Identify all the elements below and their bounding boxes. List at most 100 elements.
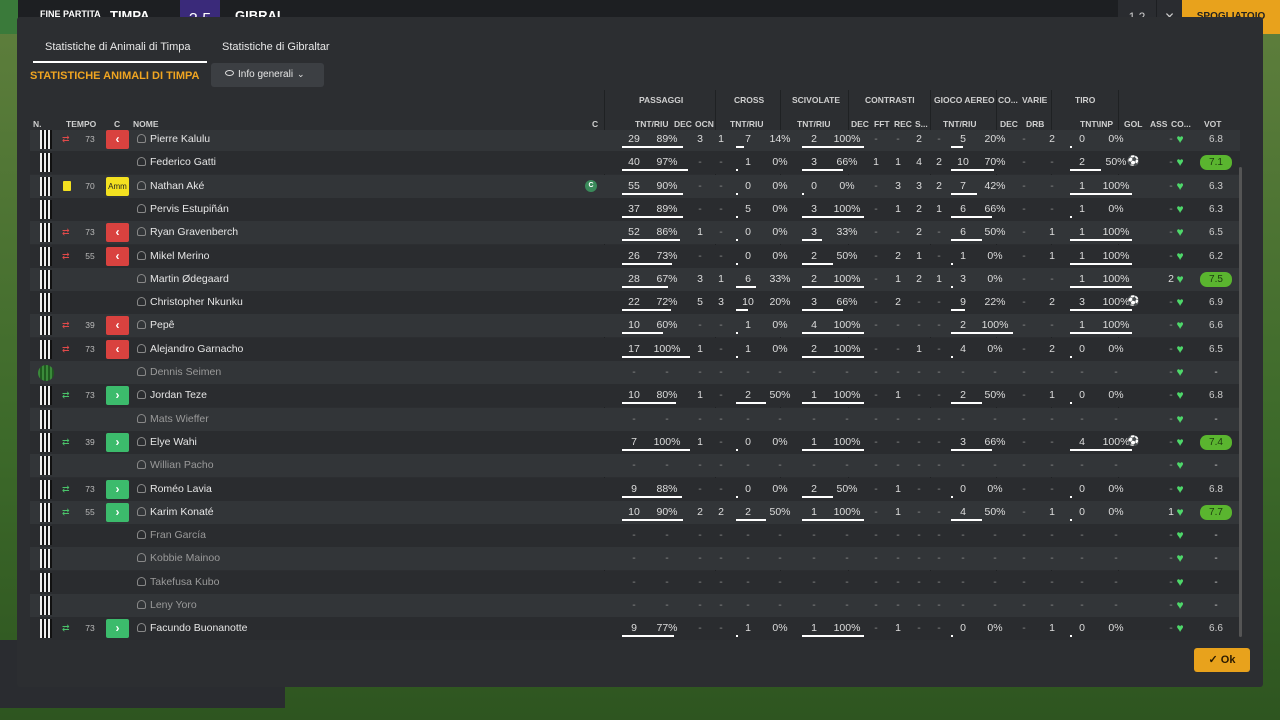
table-row[interactable]: Mats Wieffer - - - - - - - - - - - - - - - - - - - ♥ -	[30, 407, 1240, 431]
sub-in-button[interactable]: ›	[106, 386, 129, 406]
col-header-rec[interactable]: REC	[894, 119, 912, 129]
col-header-drb[interactable]: DRB	[1026, 119, 1044, 129]
player-name[interactable]: Nathan Aké	[150, 180, 204, 192]
col-header-dec[interactable]: DEC	[674, 119, 692, 129]
aerial-attempts: 4	[960, 342, 966, 355]
sub-in-icon: ⇄	[62, 436, 70, 447]
pass-ocn: -	[719, 412, 723, 425]
tackle-attempts: -	[812, 529, 816, 542]
col-header-gol[interactable]: GOL	[1124, 119, 1142, 129]
table-row[interactable]: ⇄ 73 › Jordan Teze 10 80% 1-2 50% 1 100% -1- -2 50% -…	[30, 384, 1240, 408]
dribbles: 1	[1049, 249, 1055, 262]
col-header-tiro[interactable]: TNT\INP	[1080, 119, 1113, 129]
player-name[interactable]: Ryan Gravenberch	[150, 226, 238, 238]
sub-in-button[interactable]: ›	[106, 479, 129, 499]
player-name[interactable]: Elye Wahi	[150, 436, 197, 448]
table-row[interactable]: ⇄ 55 › Karim Konaté 10 90% 2 2 2 50% 1 100% -1- -4 50%…	[30, 500, 1240, 524]
player-name[interactable]: Kobbie Mainoo	[150, 552, 220, 564]
sub-in-button[interactable]: ›	[106, 502, 129, 522]
player-name[interactable]: Pepê	[150, 319, 175, 331]
table-row[interactable]: Leny Yoro - - - - - - - - - - - - - - - - - - - ♥ -	[30, 594, 1240, 617]
col-header-condition[interactable]: CO...	[1171, 119, 1191, 129]
table-row[interactable]: Willian Pacho - - - - - - - - - - - - - - - - - - - ♥ -	[30, 454, 1240, 478]
table-row[interactable]: ⇄ 73 ‹ Ryan Gravenberch 52 86% 1 - 0 0% 3 33% - - 2 - 6 5…	[30, 221, 1240, 245]
pass-dec: -	[698, 622, 702, 635]
player-name[interactable]: Facundo Buonanotte	[150, 622, 248, 634]
sub-in-button[interactable]: ›	[106, 619, 129, 639]
col-header-co-dec[interactable]: DEC	[1000, 119, 1018, 129]
col-header-passaggi[interactable]: TNT/RIU	[635, 119, 669, 129]
player-name[interactable]: Takefusa Kubo	[150, 576, 219, 588]
col-header-cross[interactable]: TNT/RIU	[730, 119, 764, 129]
player-name[interactable]: Fran García	[150, 529, 206, 541]
player-name[interactable]: Roméo Lavia	[150, 483, 212, 495]
player-name[interactable]: Mats Wieffer	[150, 413, 209, 425]
table-row[interactable]: Martin Ødegaard 28 67% 3 1 6 33% 2 100% -1 2 1 3 0% - -…	[30, 267, 1240, 291]
col-header-ass[interactable]: ASS	[1150, 119, 1167, 129]
sub-out-button[interactable]: ‹	[106, 339, 129, 359]
col-header-s[interactable]: S...	[915, 119, 928, 129]
view-dropdown[interactable]: Info generali ⌄	[211, 63, 324, 87]
player-name[interactable]: Karim Konaté	[150, 506, 214, 518]
table-row[interactable]: ⇄ 73 › Roméo Lavia 9 88% - - 0 0% 2 50% - 1 - - 0 0% - - 0 0%…	[30, 477, 1240, 501]
shot-pct: -	[1114, 459, 1118, 472]
table-row[interactable]: ⇄ 73 ‹ Alejandro Garnacho 17 100% 1-1 0% 2 100% - -…	[30, 337, 1240, 361]
ok-button[interactable]: ✓ Ok	[1194, 648, 1250, 672]
table-row[interactable]: ⇄ 73 › Facundo Buonanotte 9 77% - -1 0% 1 100% -1- -…	[30, 617, 1240, 640]
col-header-fft[interactable]: FFT	[874, 119, 890, 129]
table-row[interactable]: Kobbie Mainoo - - - - - - - - - - - - - - - - - - - ♥ -	[30, 547, 1240, 571]
sub-out-button[interactable]: ‹	[106, 130, 129, 149]
table-row[interactable]: ⇄ 39 › Elye Wahi 7 100% 1-0 0% 1 100% - - - -3 66% - -4 1…	[30, 430, 1240, 454]
table-row[interactable]: Federico Gatti 40 97% - - 1 0% 3 66% 1 1 4 2 10 70% - - 2…	[30, 151, 1240, 175]
player-name[interactable]: Pervis Estupiñán	[150, 203, 229, 215]
aerial-attempts: 6	[960, 226, 966, 239]
player-rating: 6.5	[1209, 343, 1223, 355]
col-header-n[interactable]: N.	[33, 119, 42, 129]
table-row[interactable]: Christopher Nkunku 22 72% 5 3 10 20% 3 66% - 2 - - 9 2…	[30, 291, 1240, 315]
col-header-ocn[interactable]: OCN	[695, 119, 714, 129]
table-row[interactable]: Fran García - - - - - - - - - - - - - - - - - - - ♥ -	[30, 524, 1240, 548]
shirt-icon	[40, 526, 52, 546]
col-header-vot[interactable]: VOT	[1204, 119, 1221, 129]
player-name[interactable]: Federico Gatti	[150, 156, 216, 168]
table-row[interactable]: 70 Amm Nathan Aké C 55 90% - - 0 0% 0 0% - 3 3 2 7 42% - - 1…	[30, 174, 1240, 198]
player-name[interactable]: Mikel Merino	[150, 250, 210, 262]
sub-out-button[interactable]: ‹	[106, 223, 129, 243]
col-header-c2[interactable]: C	[592, 119, 598, 129]
col-header-nome[interactable]: NOME	[133, 119, 159, 129]
tab-home-stats[interactable]: Statistiche di Animali di Timpa	[45, 41, 191, 53]
sub-out-button[interactable]: ‹	[106, 316, 129, 336]
sub-out-button[interactable]: ‹	[106, 246, 129, 266]
shot-attempts: 0	[1079, 389, 1085, 402]
col-header-aereo[interactable]: TNT/RIU	[943, 119, 977, 129]
table-row[interactable]: Pervis Estupiñán 37 89% - -5 0% 3 100% -1 2 1 6 66% -…	[30, 197, 1240, 221]
contr-dec: 1	[873, 156, 879, 169]
table-row[interactable]: ⇄ 55 ‹ Mikel Merino 26 73% - - 0 0% 2 50% - 2 1 - 1 0% - 1 1…	[30, 244, 1240, 268]
player-name[interactable]: Willian Pacho	[150, 459, 214, 471]
tackle-pct: 100%	[833, 133, 861, 145]
player-name[interactable]: Christopher Nkunku	[150, 296, 243, 308]
col-header-c[interactable]: C	[114, 119, 120, 129]
table-row[interactable]: Dennis Seimen - - - - - - - - - - - - - - - - - - - ♥ -	[30, 361, 1240, 384]
player-name[interactable]: Jordan Teze	[150, 389, 207, 401]
col-header-tempo[interactable]: TEMPO	[66, 119, 96, 129]
table-row[interactable]: Takefusa Kubo - - - - - - - - - - - - - - - - - - - ♥ -	[30, 570, 1240, 594]
shirt-icon	[40, 502, 52, 522]
player-name[interactable]: Dennis Seimen	[150, 366, 221, 378]
player-name[interactable]: Pierre Kalulu	[150, 133, 210, 145]
scrollbar[interactable]	[1239, 167, 1242, 637]
tab-away-stats[interactable]: Statistiche di Gibraltar	[222, 41, 330, 53]
player-name[interactable]: Leny Yoro	[150, 599, 197, 611]
col-header-contr-dec[interactable]: DEC	[851, 119, 869, 129]
sub-in-button[interactable]: ›	[106, 432, 129, 452]
pass-ocn: -	[719, 459, 723, 472]
player-name[interactable]: Martin Ødegaard	[150, 273, 229, 285]
col-header-scivolate[interactable]: TNT/RIU	[797, 119, 831, 129]
dribbles: -	[1050, 435, 1054, 448]
table-row[interactable]: ⇄ 39 ‹ Pepê 10 60% - -1 0% 4 100% - - - -2 100% - -1 100% -…	[30, 314, 1240, 338]
table-row[interactable]: ⇄ 73 ‹ Pierre Kalulu 29 89% 3 1 7 14% 2 100% - -2-5 20…	[30, 130, 1240, 151]
contr-fft: 1	[895, 156, 901, 169]
player-name[interactable]: Alejandro Garnacho	[150, 343, 243, 355]
person-icon	[137, 576, 146, 586]
shirt-icon	[40, 199, 52, 219]
